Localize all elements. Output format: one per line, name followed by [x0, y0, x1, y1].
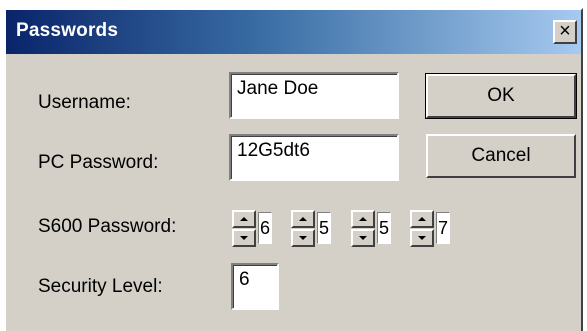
spin-arrows[interactable]: [291, 210, 317, 248]
username-field[interactable]: Jane Doe: [229, 72, 399, 119]
ok-button[interactable]: OK: [425, 73, 577, 119]
spin-arrows[interactable]: [232, 210, 258, 248]
security-level-field[interactable]: 6: [231, 263, 279, 310]
spin-up-arrow-icon: [359, 217, 367, 221]
s600-password-label: S600 Password:: [38, 216, 177, 237]
window-title: Passwords: [16, 20, 119, 41]
username-label: Username:: [38, 92, 131, 113]
spin-up-button[interactable]: [232, 210, 256, 228]
spin-down-arrow-icon: [240, 236, 248, 240]
s600-digit-value[interactable]: 6: [258, 212, 272, 244]
cancel-button[interactable]: Cancel: [426, 134, 576, 178]
pc-password-label: PC Password:: [38, 152, 159, 173]
spin-down-button[interactable]: [351, 229, 375, 247]
spin-down-arrow-icon: [418, 236, 426, 240]
spin-arrows[interactable]: [410, 210, 436, 248]
spin-arrows[interactable]: [351, 210, 377, 248]
spin-down-arrow-icon: [359, 236, 367, 240]
spin-up-arrow-icon: [418, 217, 426, 221]
title-bar[interactable]: Passwords ×: [6, 10, 581, 54]
spin-up-arrow-icon: [299, 217, 307, 221]
s600-digit-value[interactable]: 5: [377, 212, 391, 244]
spin-up-button[interactable]: [291, 210, 315, 228]
pc-password-field[interactable]: 12G5dt6: [229, 134, 399, 181]
close-icon: ×: [559, 20, 571, 42]
spin-up-button[interactable]: [410, 210, 434, 228]
s600-digit-value[interactable]: 7: [436, 212, 450, 244]
passwords-dialog: Passwords × Username: Jane Doe PC Passwo…: [4, 8, 583, 331]
spin-up-arrow-icon: [240, 217, 248, 221]
s600-digit-value[interactable]: 5: [317, 212, 331, 244]
spin-down-arrow-icon: [299, 236, 307, 240]
spin-down-button[interactable]: [232, 229, 256, 247]
spin-down-button[interactable]: [291, 229, 315, 247]
spin-up-button[interactable]: [351, 210, 375, 228]
close-button[interactable]: ×: [553, 20, 577, 44]
spin-down-button[interactable]: [410, 229, 434, 247]
security-level-label: Security Level:: [38, 276, 163, 297]
